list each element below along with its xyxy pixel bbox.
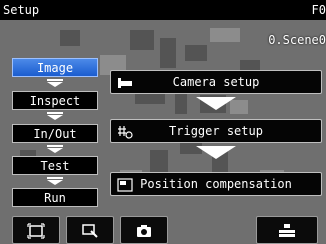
fit-view-button[interactable] [12, 216, 60, 244]
fit-view-icon [27, 223, 45, 239]
camera-setup-label: Camera setup [172, 75, 260, 89]
nav-inspect-button[interactable]: Inspect [12, 91, 98, 110]
layout-button[interactable] [256, 216, 318, 244]
zoom-icon [82, 224, 98, 238]
nav-arrow-icon [47, 112, 63, 120]
nav-test-button[interactable]: Test [12, 156, 98, 175]
camera-setup-button[interactable]: Camera setup [110, 70, 322, 94]
nav-arrow-icon [47, 145, 63, 153]
flow-arrow-icon [196, 146, 236, 159]
scene-label: 0.Scene0 [268, 33, 326, 47]
title-bar: Setup F0 [0, 0, 326, 20]
nav-image-button[interactable]: Image [12, 58, 98, 77]
bottom-toolbar [0, 214, 326, 244]
nav-arrow-icon [47, 79, 63, 87]
nav-inout-button[interactable]: In/Out [12, 124, 98, 143]
page-title: Setup [3, 3, 40, 17]
flow-arrow-icon [196, 97, 236, 110]
layout-icon [279, 224, 295, 237]
trigger-setup-button[interactable]: Trigger setup [110, 119, 322, 143]
title-right-text: F0 [311, 3, 326, 17]
capture-button[interactable] [120, 216, 168, 244]
camera-icon [137, 225, 151, 237]
nav-run-button[interactable]: Run [12, 188, 98, 207]
position-compensation-button[interactable]: Position compensation [110, 172, 322, 196]
nav-arrow-icon [47, 177, 63, 185]
position-compensation-label: Position compensation [140, 177, 292, 191]
zoom-button[interactable] [66, 216, 114, 244]
trigger-setup-label: Trigger setup [169, 124, 263, 138]
